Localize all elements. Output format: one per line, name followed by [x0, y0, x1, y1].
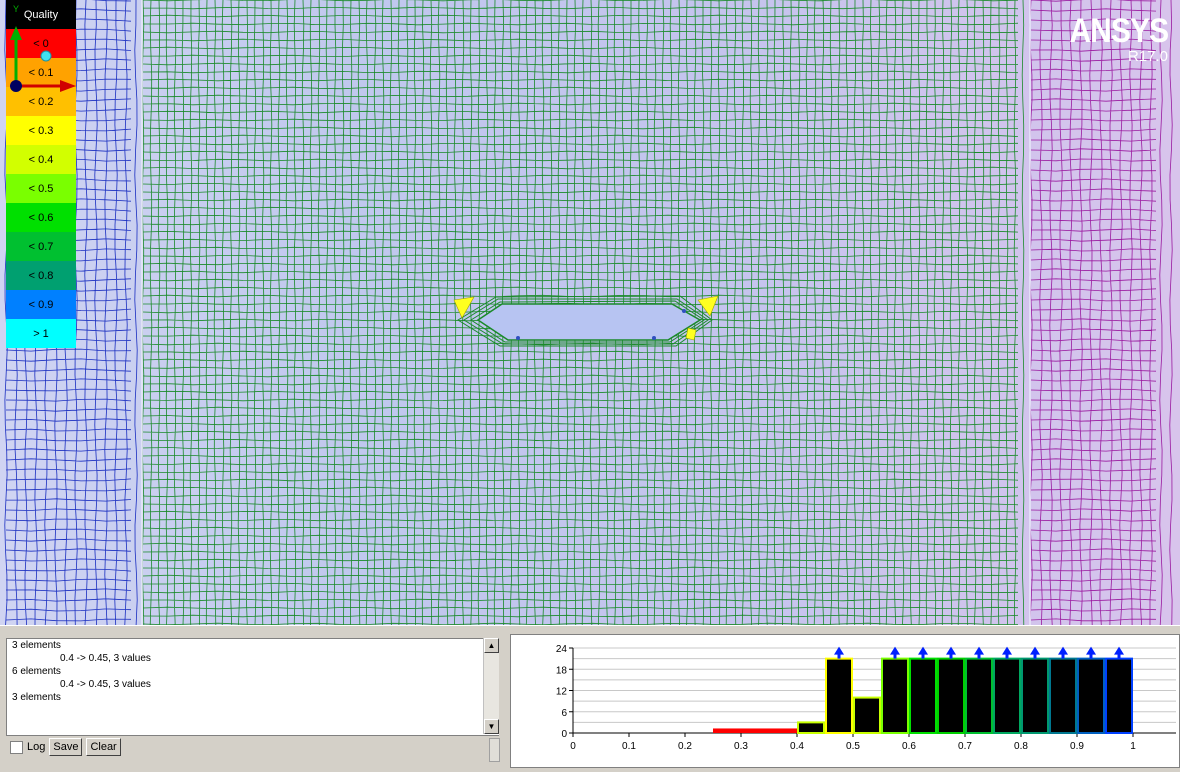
logo-brand: ANSYS	[1069, 12, 1169, 50]
message-line: 0.4 -> 0.45, 3 values	[60, 653, 151, 664]
legend-bin: < 0.5	[6, 174, 76, 203]
histogram-controls: Log Save Clear	[10, 738, 121, 756]
y-tick-label: 6	[561, 708, 567, 719]
message-scrollbar[interactable]: ▲ ▼	[483, 638, 499, 734]
x-tick-label: 0.5	[846, 741, 860, 752]
axis-triad[interactable]: Y	[0, 0, 80, 100]
legend-bin: < 0.8	[6, 261, 76, 290]
logo-version: R17.0	[1127, 48, 1168, 65]
message-line: 6 elements	[12, 666, 61, 677]
splitter-handle[interactable]	[489, 738, 500, 762]
mesh-canvas[interactable]	[0, 0, 1180, 625]
legend-bin: < 0.6	[6, 203, 76, 232]
save-button[interactable]: Save	[49, 738, 83, 756]
geometry-body[interactable]	[476, 303, 702, 341]
histogram-bar[interactable]	[1049, 657, 1077, 734]
log-label: Log	[27, 741, 46, 753]
quality-histogram[interactable]: 0 6 12 18 24 0 0.1 0.2 0.3 0.4 0.5 0.6 0.7 0.8 0.9 1	[510, 634, 1180, 768]
x-tick-label: 0.8	[1014, 741, 1028, 752]
histogram-bar[interactable]	[797, 721, 825, 734]
histogram-bar[interactable]	[1077, 657, 1105, 734]
x-axis-arrowhead-icon	[60, 80, 76, 92]
message-line: 0.4 -> 0.45, 3 values	[60, 679, 151, 690]
histogram-bar[interactable]	[769, 728, 797, 733]
y-tick-label: 12	[556, 687, 568, 698]
histogram-bar[interactable]	[1105, 657, 1133, 734]
y-axis-label: Y	[13, 4, 19, 14]
x-tick-label: 0.3	[734, 741, 748, 752]
x-tick-label: 1	[1130, 741, 1136, 752]
log-checkbox[interactable]	[10, 740, 23, 754]
scroll-up-button[interactable]: ▲	[484, 638, 499, 653]
histogram-bar[interactable]	[993, 657, 1021, 734]
ansys-logo: ANSYS R17.0	[1056, 12, 1169, 65]
histogram-bar[interactable]	[825, 657, 853, 734]
legend-bin: < 0.4	[6, 145, 76, 174]
x-tick-label: 0.2	[678, 741, 692, 752]
legend-bin: > 1	[6, 319, 76, 348]
message-pane: 3 elements 0.4 -> 0.45, 3 values 6 element…	[6, 638, 499, 736]
y-axis-arrowhead-icon	[10, 26, 22, 40]
histogram-bar[interactable]	[853, 696, 881, 734]
x-tick-label: 0.1	[622, 741, 636, 752]
histogram-bar[interactable]	[909, 657, 937, 734]
x-tick-label: 0.6	[902, 741, 916, 752]
low-quality-element	[685, 327, 697, 341]
histogram-bar[interactable]	[741, 728, 769, 733]
mesh-viewport[interactable]: Quality < 0 < 0.1 < 0.2 < 0.3 < 0.4 < 0.5 < 0.…	[0, 0, 1180, 625]
clear-button[interactable]: Clear	[86, 738, 121, 756]
legend-bin: < 0.3	[6, 116, 76, 145]
z-axis-icon	[40, 50, 52, 62]
scroll-down-button[interactable]: ▼	[484, 719, 499, 734]
histogram-bar[interactable]	[881, 657, 909, 734]
histogram-bar[interactable]	[1021, 657, 1049, 734]
geometry-vertex	[652, 336, 656, 340]
bottom-panel: 3 elements 0.4 -> 0.45, 3 values 6 element…	[0, 625, 1180, 768]
histogram-chart[interactable]: 0 6 12 18 24 0 0.1 0.2 0.3 0.4 0.5 0.6 0.7 0.8 0.9 1	[511, 635, 1179, 767]
histogram-bar[interactable]	[713, 728, 741, 733]
message-line: 3 elements	[12, 692, 61, 703]
legend-bin: < 0.7	[6, 232, 76, 261]
message-line: 3 elements	[12, 640, 61, 651]
mesh-region-right	[1029, 0, 1173, 625]
y-tick-label: 0	[561, 729, 567, 740]
geometry-vertex	[682, 309, 686, 313]
x-tick-label: 0.9	[1070, 741, 1084, 752]
y-tick-label: 18	[556, 665, 568, 676]
legend-bin: < 0.9	[6, 290, 76, 319]
geometry-vertex	[516, 336, 520, 340]
y-tick-label: 24	[556, 644, 568, 655]
histogram-bar[interactable]	[965, 657, 993, 734]
x-tick-label: 0	[570, 741, 576, 752]
x-tick-label: 0.4	[790, 741, 804, 752]
histogram-bar[interactable]	[937, 657, 965, 734]
triad-origin-icon	[10, 80, 22, 92]
x-tick-label: 0.7	[958, 741, 972, 752]
